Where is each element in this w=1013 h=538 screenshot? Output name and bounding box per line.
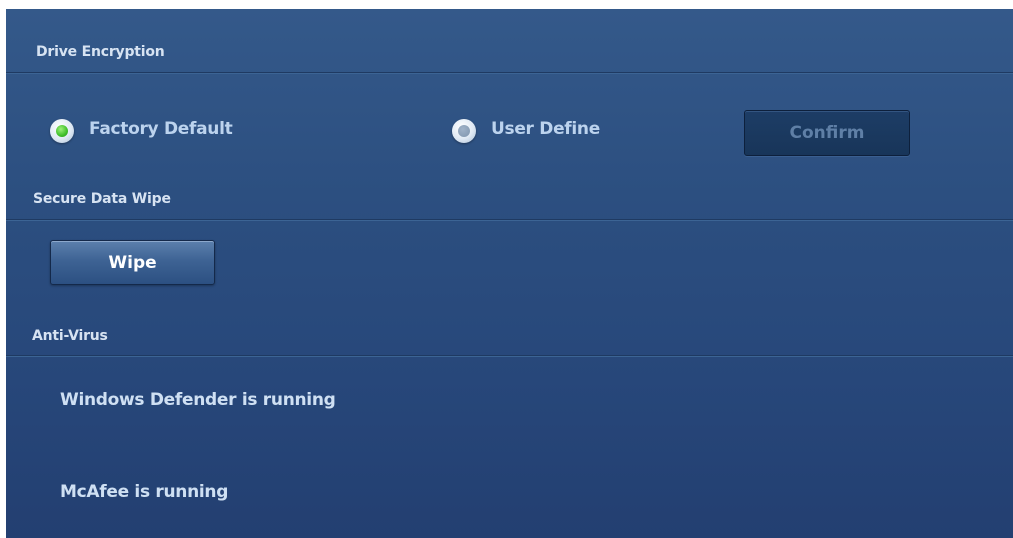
factory-default-label[interactable]: Factory Default [89, 119, 233, 139]
radio-selected-indicator [56, 125, 68, 137]
security-settings-panel: Drive Encryption Factory Default User De… [6, 9, 1013, 538]
drive-encryption-title: Drive Encryption [36, 44, 165, 60]
factory-default-radio[interactable] [50, 119, 74, 143]
user-define-radio[interactable] [452, 119, 476, 143]
windows-defender-status: Windows Defender is running [60, 390, 336, 410]
confirm-button[interactable]: Confirm [744, 110, 910, 156]
mcafee-status: McAfee is running [60, 482, 229, 502]
section-divider [6, 355, 1013, 357]
user-define-label[interactable]: User Define [491, 119, 600, 139]
section-divider [6, 72, 1013, 74]
anti-virus-title: Anti-Virus [32, 328, 108, 344]
secure-data-wipe-title: Secure Data Wipe [33, 191, 171, 207]
section-divider [6, 219, 1013, 221]
wipe-button[interactable]: Wipe [50, 240, 215, 285]
radio-unselected-indicator [458, 125, 470, 137]
